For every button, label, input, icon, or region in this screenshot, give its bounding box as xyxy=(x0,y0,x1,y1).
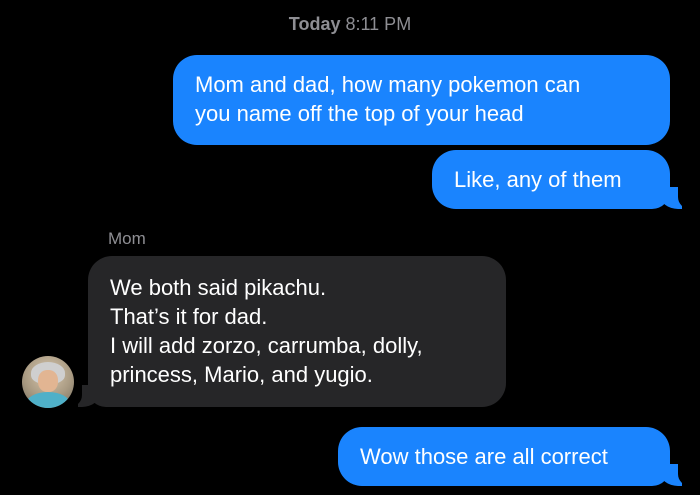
avatar-face xyxy=(38,370,58,392)
timestamp-time: 8:11 PM xyxy=(345,14,412,34)
bubble-tail xyxy=(660,185,692,209)
message-text-line: We both said pikachu. xyxy=(110,275,327,300)
message-text-line: you name off the top of your head xyxy=(195,101,524,126)
message-text-line: Wow those are all correct xyxy=(360,444,608,469)
timestamp-day: Today xyxy=(288,14,341,34)
outgoing-message-bubble[interactable]: Wow those are all correct xyxy=(338,427,670,486)
sender-name: Mom xyxy=(108,229,146,248)
outgoing-message-bubble[interactable]: Like, any of them xyxy=(432,150,670,209)
contact-avatar[interactable] xyxy=(22,356,74,408)
message-text-line: Like, any of them xyxy=(454,167,622,192)
message-text-line: I will add zorzo, carrumba, dolly, xyxy=(110,333,423,358)
outgoing-message-bubble[interactable]: Mom and dad, how many pokemon can you na… xyxy=(173,55,670,145)
message-text-line: princess, Mario, and yugio. xyxy=(110,362,373,387)
bubble-tail xyxy=(660,462,692,486)
conversation-timestamp: Today 8:11 PM xyxy=(0,14,700,35)
message-text-line: Mom and dad, how many pokemon can xyxy=(195,72,581,97)
message-text-line: That’s it for dad. xyxy=(110,304,268,329)
incoming-message-bubble[interactable]: We both said pikachu. That’s it for dad.… xyxy=(88,256,506,407)
avatar-shirt xyxy=(26,392,70,408)
